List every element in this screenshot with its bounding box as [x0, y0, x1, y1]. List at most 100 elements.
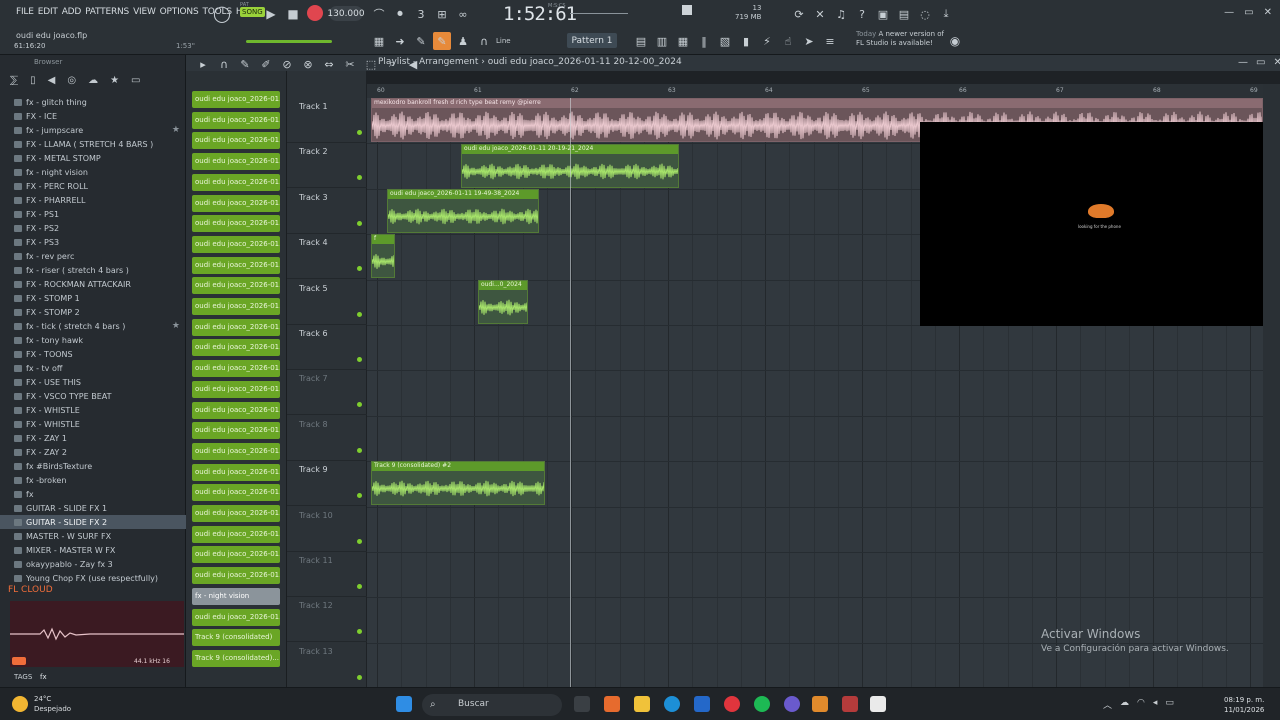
- clip-source-button[interactable]: oudi edu joaco_2026-01...: [192, 298, 280, 315]
- sends-icon[interactable]: ➤: [800, 32, 818, 50]
- task-view-icon[interactable]: [574, 696, 590, 712]
- vertical-scrollbar[interactable]: [1263, 84, 1280, 687]
- audio-clip[interactable]: oudi...0_2024: [478, 280, 528, 324]
- clip-source-button[interactable]: oudi edu joaco_2026-01...: [192, 111, 280, 129]
- browser-item[interactable]: FX - PS3: [0, 235, 186, 249]
- browser-item[interactable]: FX - LLAMA ( STRETCH 4 BARS ): [0, 137, 186, 151]
- taskbar-search[interactable]: Buscar: [422, 694, 562, 716]
- loop-icon[interactable]: ◯: [213, 4, 231, 23]
- clip-source-button[interactable]: oudi edu joaco_2026-01...: [192, 608, 280, 626]
- plugin-icon[interactable]: ▮: [737, 32, 755, 50]
- folder-icon[interactable]: ▭: [131, 75, 140, 93]
- playhead[interactable]: [570, 98, 571, 687]
- track-mute-led-icon[interactable]: [357, 447, 362, 453]
- clip-source-button[interactable]: oudi edu joaco_2026-01...: [192, 318, 280, 336]
- browser-item[interactable]: fx - jumpscare ★: [0, 123, 186, 137]
- menu-add[interactable]: ADD: [60, 7, 83, 17]
- clip-source-button[interactable]: oudi edu joaco_2026-01...: [192, 256, 280, 274]
- track-mute-led-icon[interactable]: [357, 402, 362, 408]
- piano-roll-icon[interactable]: ▥: [653, 32, 671, 50]
- track-header[interactable]: Track 2: [287, 143, 367, 189]
- clip-source-button[interactable]: oudi edu joaco_2026-01...: [192, 153, 280, 171]
- taskbar-clock[interactable]: 08:19 p. m. 11/01/2026: [1224, 695, 1264, 715]
- clip-source-button[interactable]: oudi edu joaco_2026-01...: [192, 235, 280, 253]
- track-header[interactable]: Track 11: [287, 552, 367, 597]
- plug-icon[interactable]: ⚡: [758, 32, 776, 50]
- tray-cloud-icon[interactable]: ☁: [1120, 698, 1129, 711]
- pencil-active-icon[interactable]: ✎: [433, 32, 451, 50]
- countdown-icon[interactable]: 3: [412, 5, 430, 23]
- clip-source-button[interactable]: Track 9 (consolidated)...: [192, 649, 280, 667]
- file-explorer-icon[interactable]: [634, 696, 650, 712]
- clip-source-button[interactable]: oudi edu joaco_2026-01...: [192, 422, 280, 440]
- track-header[interactable]: Track 10: [287, 507, 367, 552]
- track-header[interactable]: Track 13: [287, 643, 367, 688]
- opera-icon[interactable]: [724, 696, 740, 712]
- browser-item[interactable]: fx - glitch thing: [0, 95, 186, 109]
- browser-item[interactable]: Young Chop FX (use respectfully): [0, 571, 186, 585]
- touch-icon[interactable]: ☝: [779, 32, 797, 50]
- clip-source-button[interactable]: oudi edu joaco_2026-01...: [192, 546, 280, 564]
- master-volume-slider[interactable]: [246, 40, 332, 43]
- pattern-selector[interactable]: Pattern 1: [567, 33, 617, 48]
- browser-item[interactable]: fx - tony hawk: [0, 333, 186, 347]
- audio-clip[interactable]: oudi edu joaco_2026-01-11 19-49-38_2024: [387, 189, 539, 233]
- clip-source-button[interactable]: oudi edu joaco_2026-01...: [192, 215, 280, 233]
- menu-file[interactable]: FILE: [14, 7, 36, 17]
- browser-item[interactable]: FX - ICE: [0, 109, 186, 123]
- cut-icon[interactable]: ✕: [811, 5, 829, 23]
- playlist-close-icon[interactable]: ✕: [1273, 57, 1280, 68]
- step-edit-icon[interactable]: ⊞: [433, 5, 451, 23]
- browser-item[interactable]: fx - riser ( stretch 4 bars ): [0, 263, 186, 277]
- stop-button[interactable]: ■: [284, 5, 302, 23]
- tray-chevron-icon[interactable]: ︿: [1103, 698, 1112, 711]
- news-panel[interactable]: Today A newer version of FL Studio is av…: [856, 30, 944, 48]
- play-button[interactable]: ▶: [262, 5, 280, 23]
- browser-item[interactable]: fx - tick ( stretch 4 bars ) ★: [0, 319, 186, 333]
- browser-item[interactable]: FX - PERC ROLL: [0, 179, 186, 193]
- tempo-display[interactable]: 130.000: [327, 6, 365, 21]
- playlist-icon[interactable]: ▤: [632, 32, 650, 50]
- browser-item[interactable]: FX - PS1: [0, 207, 186, 221]
- browser-item[interactable]: fx - rev perc: [0, 249, 186, 263]
- track-header[interactable]: Track 7: [287, 370, 367, 416]
- clip-source-button[interactable]: oudi edu joaco_2026-01...: [192, 463, 280, 481]
- master-pitch-slider[interactable]: [570, 13, 628, 14]
- audio-clip[interactable]: f: [371, 234, 395, 278]
- track-mute-led-icon[interactable]: [357, 629, 362, 635]
- volume-icon[interactable]: ◂: [1153, 698, 1158, 711]
- song-mode-toggle[interactable]: SONG: [240, 7, 265, 17]
- copilot-icon[interactable]: [604, 696, 620, 712]
- browser-item[interactable]: GUITAR - SLIDE FX 2: [0, 515, 186, 529]
- track-mute-led-icon[interactable]: [357, 175, 362, 181]
- clip-source-button[interactable]: oudi edu joaco_2026-01...: [192, 380, 280, 398]
- browser-item[interactable]: fx #BirdsTexture: [0, 459, 186, 473]
- browser-item[interactable]: FX - ZAY 2: [0, 445, 186, 459]
- audio-clip[interactable]: Track 9 (consolidated) #2: [371, 461, 545, 505]
- browser-item[interactable]: FX - WHISTLE: [0, 417, 186, 431]
- track-mute-led-icon[interactable]: [357, 357, 362, 362]
- track-header[interactable]: Track 12: [287, 597, 367, 643]
- cloud-icon[interactable]: ☁: [88, 75, 98, 93]
- update-icon[interactable]: ◉: [946, 32, 964, 50]
- maximize-icon[interactable]: ▭: [1244, 7, 1253, 18]
- magnet-icon[interactable]: ∩: [475, 32, 493, 50]
- stamp-icon[interactable]: ♟: [454, 32, 472, 50]
- sort-icon[interactable]: ⅀: [10, 75, 18, 93]
- fl-cloud-label[interactable]: FL CLOUD: [8, 585, 53, 595]
- playlist-maximize-icon[interactable]: ▭: [1256, 57, 1265, 68]
- menu-options[interactable]: OPTIONS: [158, 7, 201, 17]
- chat-icon[interactable]: ◌: [916, 5, 934, 23]
- star-icon[interactable]: ★: [110, 75, 119, 93]
- clip-source-button[interactable]: fx - night vision: [192, 587, 280, 605]
- track-mute-led-icon[interactable]: [357, 674, 362, 680]
- track-header[interactable]: Track 8: [287, 416, 367, 461]
- favorite-star-icon[interactable]: ★: [172, 321, 180, 331]
- line-mode-select[interactable]: Line: [496, 37, 511, 45]
- mixer-icon[interactable]: ▤: [895, 5, 913, 23]
- undo-history-icon[interactable]: ⟳: [790, 5, 808, 23]
- list-icon[interactable]: ≡: [821, 32, 839, 50]
- browser-item[interactable]: FX - STOMP 1: [0, 291, 186, 305]
- spotify-icon[interactable]: [754, 696, 770, 712]
- track-mute-led-icon[interactable]: [357, 584, 362, 589]
